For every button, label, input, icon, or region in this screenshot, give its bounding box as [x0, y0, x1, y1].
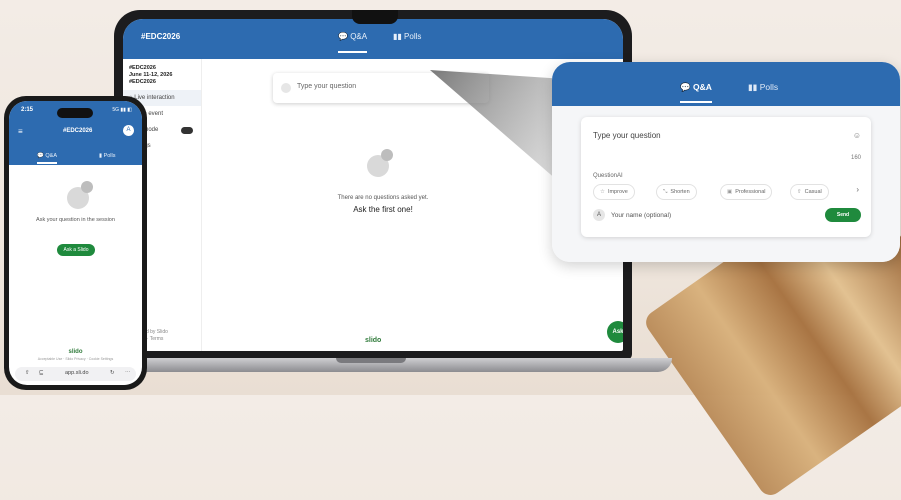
laptop-lip	[336, 358, 406, 363]
fine-print: Acceptable Use · Slido Privacy · Cookie …	[37, 357, 114, 361]
question-placeholder: Type your question	[297, 83, 357, 90]
send-button[interactable]: Send	[825, 208, 861, 222]
tab-polls[interactable]: ▮ Polls	[99, 153, 115, 159]
empty-text: Ask your question in the session	[36, 217, 115, 223]
phone-frame: 2:15 5G ▮▮ ◧ ≡ #EDC2026 A 💬 Q&A ▮ Polls …	[4, 96, 147, 390]
status-time: 2:15	[21, 107, 34, 113]
zoom-card: 💬 Q&A ▮▮ Polls Type your question ☺ 160 …	[552, 62, 900, 262]
tab-polls[interactable]: ▮▮ Polls	[393, 32, 421, 41]
tab-qa[interactable]: 💬 Q&A	[338, 32, 368, 53]
status-icons: 5G ▮▮ ◧	[112, 107, 132, 113]
shrink-icon: ⤡	[663, 189, 668, 195]
emoji-icon[interactable]: ☺	[853, 131, 861, 140]
brand-logo: slido	[365, 337, 382, 344]
event-info: #EDC2026 June 11-12, 2026 #EDC2026	[129, 65, 173, 85]
event-code: #EDC2026	[141, 32, 181, 41]
phone-screen: 2:15 5G ▮▮ ◧ ≡ #EDC2026 A 💬 Q&A ▮ Polls …	[9, 101, 142, 385]
dynamic-island	[57, 108, 93, 118]
avatar	[281, 83, 291, 93]
chip-casual[interactable]: ⇧ Casual	[790, 184, 829, 200]
briefcase-icon: ▣	[727, 189, 733, 195]
browser-bar: ⇧ ⊑ app.sli.do ↻ ⋯	[15, 367, 136, 381]
reload-icon[interactable]: ↻	[110, 370, 115, 376]
zoom-header: 💬 Q&A ▮▮ Polls	[552, 62, 900, 106]
thumbs-up-icon: ⇧	[797, 189, 802, 195]
menu-icon[interactable]: ≡	[18, 127, 23, 136]
laptop-header: #EDC2026 💬 Q&A ▮▮ Polls	[123, 19, 623, 59]
char-count: 160	[850, 155, 861, 161]
empty-state-icon	[67, 181, 97, 211]
phone-tabs: 💬 Q&A ▮ Polls	[9, 151, 142, 165]
share-icon[interactable]: ⇧	[25, 370, 30, 376]
ask-button[interactable]: Ask a Slido	[57, 244, 95, 256]
question-input[interactable]: Type your question	[593, 131, 661, 140]
tab-polls[interactable]: ▮▮ Polls	[748, 82, 778, 93]
chip-professional[interactable]: ▣ Professional	[720, 184, 773, 200]
avatar: A	[593, 209, 605, 221]
tab-qa[interactable]: 💬 Q&A	[680, 82, 712, 103]
laptop-notch	[352, 10, 398, 24]
dark-mode-toggle[interactable]	[181, 127, 193, 134]
url-field[interactable]: app.sli.do	[65, 370, 89, 376]
questionai-chips: ☆ Improve ⤡ Shorten ▣ Professional ⇧ Casual	[593, 184, 863, 200]
more-icon[interactable]: ⋯	[125, 370, 131, 376]
event-code: #EDC2026	[63, 128, 93, 134]
questionai-label: QuestionAI	[593, 173, 623, 179]
empty-state-icon	[367, 149, 397, 179]
tab-qa[interactable]: 💬 Q&A	[37, 153, 58, 164]
chip-improve[interactable]: ☆ Improve	[593, 184, 635, 200]
chevron-right-icon[interactable]: ›	[856, 185, 859, 194]
ask-fab-button[interactable]: Ask	[607, 321, 623, 343]
brand-logo: slido	[68, 349, 83, 355]
sparkle-icon: ☆	[600, 189, 605, 195]
zoom-body: Type your question ☺ 160 QuestionAI ☆ Imp…	[552, 106, 900, 262]
tabs-icon[interactable]: ⊑	[39, 370, 44, 376]
account-avatar[interactable]: A	[123, 125, 134, 136]
name-input[interactable]: Your name (optional)	[611, 212, 671, 219]
chip-shorten[interactable]: ⤡ Shorten	[656, 184, 697, 200]
question-form: Type your question ☺ 160 QuestionAI ☆ Imp…	[581, 117, 871, 237]
